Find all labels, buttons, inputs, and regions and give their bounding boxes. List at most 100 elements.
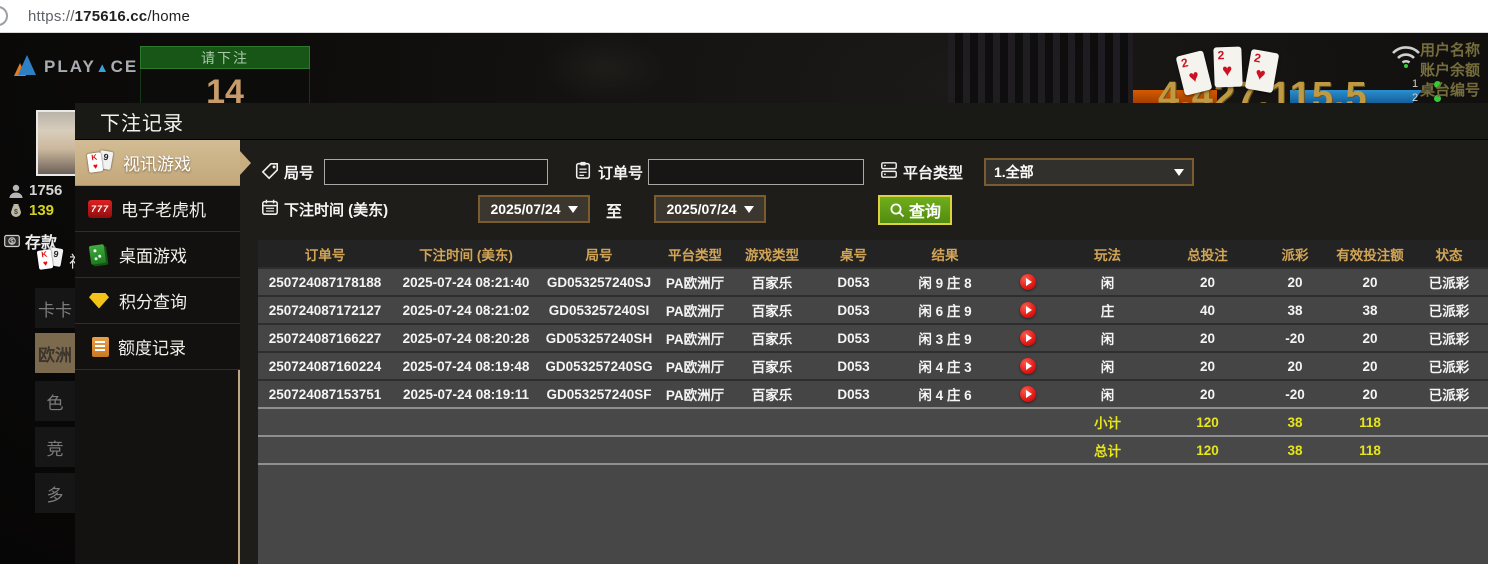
platform-type-label: 平台类型 [903, 162, 963, 183]
clipboard-icon [574, 161, 592, 179]
query-button[interactable]: 查询 [878, 195, 952, 225]
round-number-input[interactable] [324, 159, 548, 185]
cell-time: 2025-07-24 08:21:02 [392, 296, 540, 324]
cell-play: 闲 [1060, 380, 1155, 408]
cell-valid-bet: 20 [1330, 268, 1410, 296]
table-row: 2507240871602242025-07-24 08:19:48GD0532… [258, 352, 1488, 380]
header-video [995, 240, 1060, 268]
replay-video-button[interactable] [1020, 302, 1036, 318]
replay-video-button[interactable] [1020, 386, 1036, 402]
cell-result: 闲 4 庄 3 [895, 352, 995, 380]
slot-777-icon: 777 [88, 200, 112, 218]
cell-game-type: 百家乐 [732, 268, 812, 296]
playace-logo: PLAY▲CE [14, 55, 138, 79]
background-glow [540, 33, 670, 103]
header-time: 下注时间 (美东) [392, 240, 540, 268]
header-status: 状态 [1410, 240, 1488, 268]
replay-video-button[interactable] [1020, 330, 1036, 346]
bet-records-modal: 下注记录 9 K♥ 视讯游戏 777 电子老虎机 桌面游戏 [75, 103, 1488, 564]
playace-logo-text: PLAY▲CE [44, 57, 138, 77]
bet-time-label: 下注时间 (美东) [284, 199, 388, 220]
cards-icon: 9 K♥ [38, 248, 64, 272]
sidebar-item-table-games[interactable]: 桌面游戏 [75, 232, 240, 278]
deposit-icon: $ [4, 233, 20, 249]
cell-valid-bet: 20 [1330, 324, 1410, 352]
subtotal-valid-bet: 118 [1330, 408, 1410, 436]
cell-total-bet: 20 [1155, 324, 1260, 352]
diamond-icon [88, 292, 110, 310]
cell-table-no: D053 [812, 380, 895, 408]
cards-icon: 9 K♥ [88, 151, 114, 175]
cell-order: 250724087160224 [258, 352, 392, 380]
cell-time: 2025-07-24 08:21:40 [392, 268, 540, 296]
header-total-bet: 总投注 [1155, 240, 1260, 268]
cell-round: GD053257240SJ [540, 268, 658, 296]
cell-play: 闲 [1060, 352, 1155, 380]
user-id-row: 1756 [8, 182, 62, 199]
cell-order: 250724087172127 [258, 296, 392, 324]
modal-content: 局号 订单号 平台类型 [240, 140, 1488, 564]
cell-status: 已派彩 [1410, 324, 1488, 352]
replay-video-button[interactable] [1020, 274, 1036, 290]
date-from-select[interactable]: 2025/07/24 [478, 195, 590, 223]
cell-platform: PA欧洲厅 [658, 296, 732, 324]
grand-total-payout: 38 [1260, 436, 1330, 464]
table-header-row: 订单号 下注时间 (美东) 局号 平台类型 游戏类型 桌号 结果 玩法 总投注 [258, 240, 1488, 268]
date-to-select[interactable]: 2025/07/24 [654, 195, 766, 223]
playing-card: 2♥ [1213, 47, 1242, 88]
sidebar-item-slots[interactable]: 777 电子老虎机 [75, 186, 240, 232]
cell-platform: PA欧洲厅 [658, 324, 732, 352]
svg-text:$: $ [10, 238, 14, 245]
sidebar-item-points[interactable]: 积分查询 [75, 278, 240, 324]
cell-game-type: 百家乐 [732, 324, 812, 352]
balance-value: 139 [29, 202, 54, 219]
bet-prompt: 请下注 [140, 46, 310, 69]
platform-icon [880, 161, 898, 179]
table-row: 2507240871721272025-07-24 08:21:02GD0532… [258, 296, 1488, 324]
browser-url-bar[interactable]: https://175616.cc/home [0, 0, 1488, 33]
cell-video [995, 268, 1060, 296]
url-scheme: https:// [28, 8, 75, 25]
hall-item-selected: 欧洲 [35, 333, 75, 373]
chevron-down-icon [744, 206, 754, 213]
subtotal-spacer [258, 408, 1060, 436]
order-number-input[interactable] [648, 159, 864, 185]
cell-order: 250724087166227 [258, 324, 392, 352]
money-bag-icon: $ [8, 203, 24, 219]
replay-video-button[interactable] [1020, 358, 1036, 374]
cell-video [995, 352, 1060, 380]
browser-control-stub [0, 6, 8, 26]
table-row: 2507240871781882025-07-24 08:21:40GD0532… [258, 268, 1488, 296]
sidebar-item-video-games[interactable]: 9 K♥ 视讯游戏 [75, 140, 240, 186]
cell-valid-bet: 20 [1330, 352, 1410, 380]
subtotal-label: 小计 [1060, 408, 1155, 436]
url-text[interactable]: https://175616.cc/home [28, 8, 190, 25]
cell-payout: -20 [1260, 380, 1330, 408]
platform-type-select[interactable]: 1.全部 [984, 158, 1194, 186]
cell-payout: 38 [1260, 296, 1330, 324]
cell-payout: 20 [1260, 352, 1330, 380]
cell-time: 2025-07-24 08:19:48 [392, 352, 540, 380]
grand-total-valid-bet: 118 [1330, 436, 1410, 464]
cell-time: 2025-07-24 08:19:11 [392, 380, 540, 408]
cell-platform: PA欧洲厅 [658, 380, 732, 408]
cell-play: 闲 [1060, 324, 1155, 352]
calendar-icon [261, 198, 279, 216]
modal-title: 下注记录 [100, 107, 184, 136]
cell-round: GD053257240SH [540, 324, 658, 352]
hall-item: 卡卡 [35, 288, 75, 328]
background-blinds [948, 33, 1133, 105]
url-path: /home [147, 8, 190, 25]
subtotal-payout: 38 [1260, 408, 1330, 436]
cell-play: 闲 [1060, 268, 1155, 296]
user-id: 1756 [29, 182, 62, 199]
header-game-type: 游戏类型 [732, 240, 812, 268]
filters-panel: 局号 订单号 平台类型 [240, 140, 1488, 240]
sidebar-item-quota-records[interactable]: 额度记录 [75, 324, 240, 370]
table-body: 2507240871781882025-07-24 08:21:40GD0532… [258, 268, 1488, 464]
cell-result: 闲 6 庄 9 [895, 296, 995, 324]
cell-result: 闲 9 庄 8 [895, 268, 995, 296]
cell-total-bet: 20 [1155, 268, 1260, 296]
header-round: 局号 [540, 240, 658, 268]
playace-logo-icon [14, 55, 38, 79]
